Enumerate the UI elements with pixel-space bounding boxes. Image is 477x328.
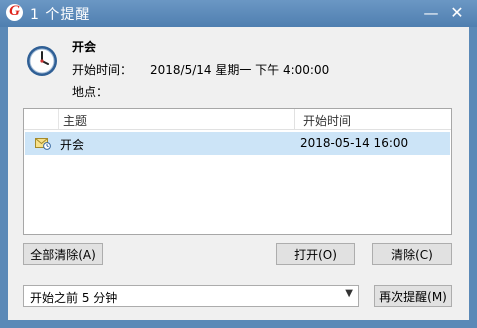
chevron-down-icon[interactable]: ▼: [345, 288, 353, 299]
column-divider[interactable]: [294, 109, 295, 129]
row-subject: 开会: [60, 138, 85, 152]
clock-icon: [27, 46, 57, 76]
start-time-value: 2018/5/14 星期一 下午 4:00:00: [150, 63, 330, 77]
snooze-button[interactable]: 再次提醒(M): [374, 285, 452, 307]
snooze-time-value: 开始之前 5 分钟: [30, 291, 118, 305]
start-time-label: 开始时间：: [72, 63, 133, 77]
reminder-subject: 开会: [72, 40, 97, 54]
column-header-start-time[interactable]: 开始时间: [303, 112, 351, 129]
minimize-button[interactable]: —: [418, 1, 444, 25]
list-row[interactable]: 开会 2018-05-14 16:00: [25, 132, 450, 155]
app-logo-icon: G: [6, 3, 23, 21]
column-header-subject[interactable]: 主题: [63, 112, 87, 129]
column-header-icon[interactable]: [24, 109, 59, 129]
snooze-time-select[interactable]: 开始之前 5 分钟 ▼: [23, 285, 359, 307]
list-header: 主题 开始时间: [24, 109, 451, 130]
meeting-reminder-icon: [35, 138, 51, 150]
row-start-time: 2018-05-14 16:00: [300, 136, 409, 150]
minimize-icon: —: [423, 4, 439, 22]
reminder-list[interactable]: 主题 开始时间 开会 2018-05-14 16:00: [23, 108, 452, 235]
close-button[interactable]: ✕: [444, 1, 470, 25]
open-button[interactable]: 打开(O): [276, 243, 355, 265]
clear-button[interactable]: 清除(C): [372, 243, 452, 265]
title-bar[interactable]: G 1 个提醒 — ✕: [0, 0, 477, 27]
clear-all-button[interactable]: 全部清除(A): [23, 243, 103, 265]
reminder-dialog-body: 开会 开始时间： 2018/5/14 星期一 下午 4:00:00 地点： 主题…: [8, 27, 469, 320]
location-label: 地点：: [72, 85, 109, 99]
window-title: 1 个提醒: [30, 7, 91, 23]
close-icon: ✕: [450, 3, 464, 22]
